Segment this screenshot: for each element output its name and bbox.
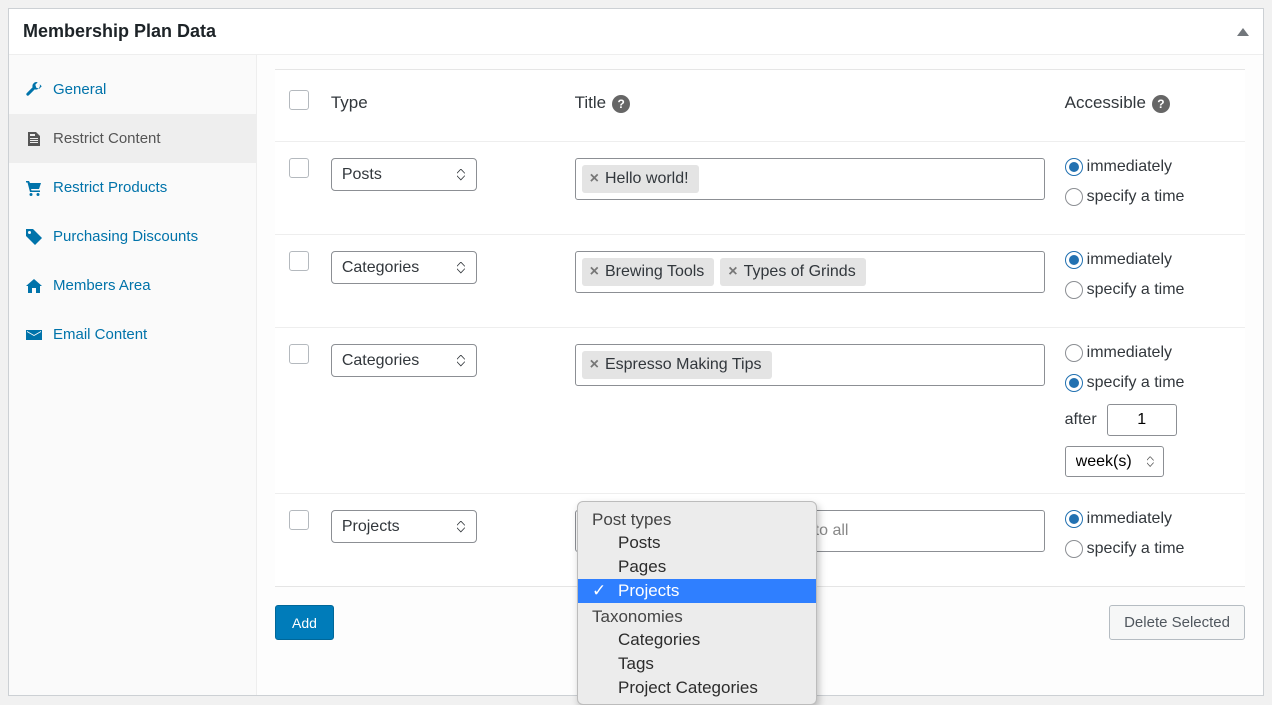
tag-label: Espresso Making Tips [605,356,762,374]
radio-label: immediately [1087,344,1172,362]
sidebar-item-general[interactable]: General [9,65,256,114]
after-unit-select[interactable]: week(s) [1065,446,1164,477]
tag-label: Types of Grinds [744,263,856,281]
home-icon [25,278,43,294]
accessible-immediately-radio[interactable] [1065,251,1083,269]
column-header-type: Type [321,70,565,142]
selected-tag: × Brewing Tools [582,258,715,286]
table-header-row: Type Title? Accessible? [275,70,1245,142]
remove-tag-icon[interactable]: × [590,356,599,374]
title-tag-input[interactable]: × Espresso Making Tips [575,344,1045,386]
sidebar-item-members-area[interactable]: Members Area [9,261,256,310]
remove-tag-icon[interactable]: × [590,170,599,188]
title-tag-input[interactable]: × Hello world! [575,158,1045,200]
dropdown-option[interactable]: Project Categories [578,676,816,700]
type-select-dropdown[interactable]: Post typesPostsPagesProjectsTaxonomiesCa… [577,501,817,705]
row-select-checkbox[interactable] [289,510,309,530]
radio-label: specify a time [1087,281,1185,299]
dropdown-option[interactable]: Posts [578,531,816,555]
selected-tag: × Espresso Making Tips [582,351,772,379]
sidebar-item-label: Members Area [53,277,151,294]
radio-label: specify a time [1087,374,1185,392]
restrict-content-table-panel: Type Title? Accessible? Posts × Hello worl… [257,55,1263,695]
column-header-accessible: Accessible? [1055,70,1245,142]
accessible-immediately-radio[interactable] [1065,510,1083,528]
radio-label: specify a time [1087,540,1185,558]
type-select[interactable]: Categories [331,344,477,377]
row-select-checkbox[interactable] [289,251,309,271]
sidebar-item-label: General [53,81,106,98]
sidebar-item-email-content[interactable]: Email Content [9,310,256,359]
dropdown-option[interactable]: Tags [578,652,816,676]
radio-label: immediately [1087,158,1172,176]
wrench-icon [25,82,43,98]
sidebar-item-label: Restrict Content [53,130,161,147]
sidebar-item-restrict-products[interactable]: Restrict Products [9,163,256,212]
accessible-specify-radio[interactable] [1065,281,1083,299]
table-row: Categories × Brewing Tools × Types of Grinds… [275,235,1245,328]
remove-tag-icon[interactable]: × [728,263,737,281]
dropdown-group-label: Taxonomies [578,603,816,628]
remove-tag-icon[interactable]: × [590,263,599,281]
sidebar-item-restrict-content[interactable]: Restrict Content [9,114,256,163]
accessible-specify-radio[interactable] [1065,374,1083,392]
mail-icon [25,327,43,343]
radio-label: specify a time [1087,188,1185,206]
row-select-checkbox[interactable] [289,344,309,364]
help-icon[interactable]: ? [1152,95,1170,113]
settings-tabs-sidebar: General Restrict Content Restrict Produc… [9,55,257,695]
after-time-row: after [1065,404,1235,436]
help-icon[interactable]: ? [612,95,630,113]
table-row: Posts × Hello world! immediately specify a t… [275,142,1245,235]
table-row: Categories × Espresso Making Tips immediate… [275,328,1245,494]
tag-label: Hello world! [605,170,689,188]
delete-selected-button[interactable]: Delete Selected [1109,605,1245,640]
title-tag-input[interactable]: × Brewing Tools × Types of Grinds [575,251,1045,293]
after-amount-input[interactable] [1107,404,1177,436]
panel-title: Membership Plan Data [23,21,216,42]
row-select-checkbox[interactable] [289,158,309,178]
add-rule-button[interactable]: Add [275,605,334,640]
accessible-specify-radio[interactable] [1065,540,1083,558]
accessible-immediately-radio[interactable] [1065,158,1083,176]
select-all-checkbox[interactable] [289,90,309,110]
collapse-toggle-icon[interactable] [1237,28,1249,36]
cart-icon [25,180,43,196]
dropdown-option[interactable]: Pages [578,555,816,579]
page-icon [25,131,43,147]
sidebar-item-purchasing-discounts[interactable]: Purchasing Discounts [9,212,256,261]
type-select[interactable]: Posts [331,158,477,191]
dropdown-group-label: Post types [578,506,816,531]
type-select[interactable]: Categories [331,251,477,284]
sidebar-item-label: Email Content [53,326,147,343]
column-header-title: Title? [565,70,1055,142]
dropdown-option[interactable]: Projects [578,579,816,603]
sidebar-item-label: Purchasing Discounts [53,228,198,245]
dropdown-option[interactable]: Categories [578,628,816,652]
membership-plan-data-panel: Membership Plan Data General Restrict Co… [8,8,1264,696]
accessible-specify-radio[interactable] [1065,188,1083,206]
radio-label: immediately [1087,510,1172,528]
selected-tag: × Types of Grinds [720,258,865,286]
accessible-immediately-radio[interactable] [1065,344,1083,362]
selected-tag: × Hello world! [582,165,699,193]
tag-label: Brewing Tools [605,263,704,281]
panel-header: Membership Plan Data [9,9,1263,55]
type-select[interactable]: Projects [331,510,477,543]
after-label: after [1065,411,1097,429]
radio-label: immediately [1087,251,1172,269]
sidebar-item-label: Restrict Products [53,179,167,196]
tag-icon [25,229,43,245]
